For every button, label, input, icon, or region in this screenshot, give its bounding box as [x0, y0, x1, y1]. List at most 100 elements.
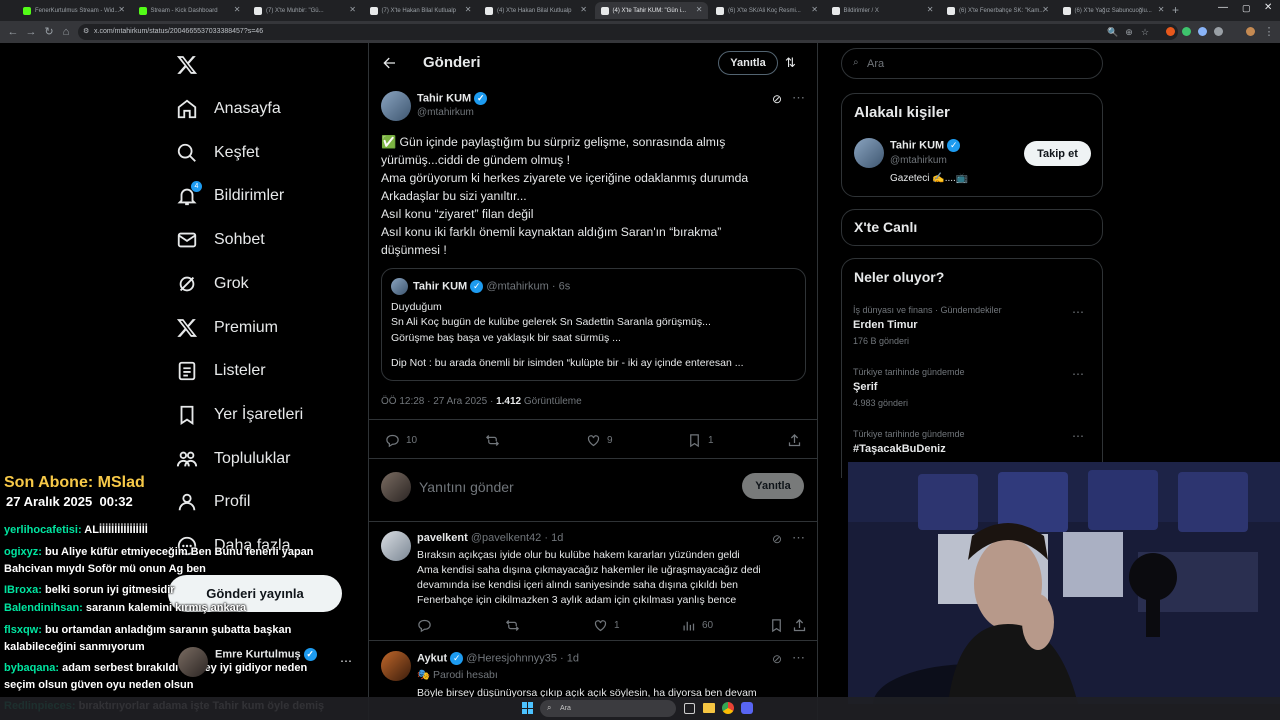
tab-close-icon[interactable]: ✕ — [349, 5, 356, 14]
trend-more-icon[interactable]: ⋯ — [1072, 305, 1084, 319]
home-page-icon[interactable]: ⌂ — [59, 25, 73, 39]
nav-item-premium[interactable]: Premium — [176, 313, 278, 343]
back-icon[interactable]: ← — [6, 25, 20, 39]
follow-button[interactable]: Takip et — [1024, 141, 1091, 166]
reply-header-button[interactable]: Yanıtla — [718, 51, 778, 75]
tab-close-icon[interactable]: ✕ — [1042, 5, 1049, 14]
grok-post-icon[interactable]: ⊘ — [772, 652, 782, 666]
browser-tab[interactable]: (4) X'te Tahir KUM: "Gün i... ✕ — [594, 2, 708, 19]
close-window-button[interactable]: ✕ — [1264, 2, 1272, 13]
nav-item-grok[interactable]: Grok — [176, 269, 249, 299]
related-handle[interactable]: @mtahirkum — [890, 155, 947, 166]
windows-start-icon[interactable] — [522, 702, 534, 714]
nav-item-yer-i-aretleri[interactable]: Yer İşaretleri — [176, 400, 303, 430]
app-icon[interactable] — [741, 702, 753, 714]
reply-author-name[interactable]: pavelkent — [417, 532, 468, 544]
extensions-icon[interactable] — [1214, 27, 1223, 36]
reply-author-name[interactable]: Aykut — [417, 652, 447, 664]
browser-tab[interactable]: FenerKurtulmus Stream - Wid... ✕ — [17, 2, 130, 19]
task-view-icon[interactable] — [684, 703, 695, 714]
reply-action[interactable] — [417, 618, 432, 633]
browser-menu-icon[interactable]: ⋮ — [1262, 25, 1276, 39]
tab-close-icon[interactable]: ✕ — [234, 5, 241, 14]
trend-item[interactable]: İş dünyası ve finans · Gündemdekiler Erde… — [853, 305, 1098, 346]
site-info-icon[interactable]: ⚙ — [83, 27, 89, 35]
bookmark-action[interactable]: 1 — [687, 433, 714, 448]
x-logo-icon[interactable] — [176, 54, 198, 76]
browser-tab[interactable]: (4) X'te Hakan Bilal Kutlualp ✕ — [479, 2, 592, 19]
maximize-button[interactable]: ▢ — [1242, 3, 1251, 14]
nav-item-ke-fet[interactable]: Keşfet — [176, 138, 259, 168]
browser-tab[interactable]: (6) X'te Fenerbahçe SK: "Kam... ✕ — [941, 2, 1054, 19]
more-options-icon[interactable]: ⋯ — [792, 90, 805, 106]
like-action[interactable]: 9 — [586, 433, 613, 448]
grok-post-icon[interactable]: ⊘ — [772, 532, 782, 546]
reply-handle[interactable]: @pavelkent42 — [471, 532, 542, 544]
search-input[interactable]: ⌕ Ara — [841, 48, 1103, 79]
browser-tab[interactable]: (6) X'te SK/Ali Koç Resmi... ✕ — [710, 2, 823, 19]
browser-tab[interactable]: (7) X'te Muhbir: "Gü... ✕ — [248, 2, 361, 19]
related-name[interactable]: Tahir KUM — [890, 139, 944, 151]
extension-icon[interactable] — [1166, 27, 1175, 36]
tab-close-icon[interactable]: ✕ — [1158, 5, 1165, 14]
tab-close-icon[interactable]: ✕ — [465, 5, 472, 14]
zoom-icon[interactable]: 🔍 — [1106, 25, 1120, 39]
share-action[interactable] — [792, 618, 807, 633]
trend-item[interactable]: Türkiye tarihinde gündemde #TaşacakBuDeni… — [853, 429, 1098, 455]
repost-action[interactable] — [505, 618, 520, 633]
minimize-button[interactable]: — — [1218, 2, 1228, 13]
account-name-row[interactable]: Emre Kurtulmuş ✓ — [215, 648, 317, 661]
nav-item-bildirimler[interactable]: 4 Bildirimler — [176, 181, 284, 211]
bookmark-action[interactable] — [769, 618, 784, 633]
post-author-name[interactable]: Tahir KUM — [417, 92, 471, 104]
related-avatar[interactable] — [854, 138, 884, 168]
account-avatar[interactable] — [178, 647, 208, 677]
chrome-icon[interactable] — [722, 702, 734, 714]
install-icon[interactable]: ⊕ — [1122, 25, 1136, 39]
reload-icon[interactable]: ↻ — [42, 25, 56, 39]
browser-tab[interactable]: (6) X'te Yağız Sabuncuoğlu... ✕ — [1057, 2, 1170, 19]
forward-icon[interactable]: → — [24, 25, 38, 39]
trend-more-icon[interactable]: ⋯ — [1072, 429, 1084, 443]
browser-tab[interactable]: (7) X'te Hakan Bilal Kutlualp ✕ — [364, 2, 477, 19]
reply-submit-button[interactable]: Yanıtla — [742, 473, 804, 499]
share-action[interactable] — [787, 433, 802, 448]
trend-more-icon[interactable]: ⋯ — [1072, 367, 1084, 381]
new-tab-button[interactable]: + — [1172, 3, 1179, 17]
bookmark-star-icon[interactable]: ☆ — [1138, 25, 1152, 39]
nav-item-listeler[interactable]: Listeler — [176, 356, 266, 386]
repost-action[interactable] — [485, 433, 506, 448]
account-more-icon[interactable]: ⋯ — [340, 654, 352, 668]
nav-item-sohbet[interactable]: Sohbet — [176, 225, 265, 255]
trend-item[interactable]: Türkiye tarihinde gündemde Şerif 4.983 gön… — [853, 367, 1098, 408]
profile-avatar-icon[interactable] — [1246, 27, 1255, 36]
tab-close-icon[interactable]: ✕ — [927, 5, 934, 14]
tab-close-icon[interactable]: ✕ — [118, 5, 125, 14]
quoted-post[interactable]: Tahir KUM ✓ @mtahirkum · 6s Duyduğum Sn A… — [381, 268, 806, 381]
taskbar-search[interactable]: ⌕ Ara — [540, 700, 676, 717]
back-arrow-icon[interactable] — [381, 55, 397, 71]
browser-tab[interactable]: Stream - Kick Dashboard ✕ — [133, 2, 246, 19]
reply-action[interactable]: 10 — [385, 433, 417, 448]
extension-icon[interactable] — [1198, 27, 1207, 36]
reply-time[interactable]: · 1d — [560, 652, 579, 664]
tab-close-icon[interactable]: ✕ — [580, 5, 587, 14]
grok-post-icon[interactable]: ⊘ — [772, 92, 782, 106]
browser-tab[interactable]: Bildirimler / X ✕ — [826, 2, 939, 19]
tab-close-icon[interactable]: ✕ — [811, 5, 818, 14]
reply-input[interactable]: Yanıtını gönder — [419, 479, 514, 495]
post-timestamp[interactable]: ÖÖ 12:28 · 27 Ara 2025 · — [381, 396, 496, 407]
like-action[interactable]: 1 — [593, 618, 620, 633]
more-options-icon[interactable]: ⋯ — [792, 650, 805, 666]
avatar[interactable] — [381, 91, 411, 121]
post-author-handle[interactable]: @mtahirkum — [417, 107, 474, 118]
file-explorer-icon[interactable] — [703, 703, 715, 713]
reply-time[interactable]: · 1d — [544, 532, 563, 544]
url-input[interactable]: ⚙ x.com/mtahirkum/status/200466553703338… — [78, 24, 1178, 40]
extension-icon[interactable] — [1182, 27, 1191, 36]
reply-handle[interactable]: @Heresjohnnyy35 — [466, 652, 557, 664]
live-card[interactable]: X'te Canlı — [841, 209, 1103, 246]
nav-item-anasayfa[interactable]: Anasayfa — [176, 94, 281, 124]
more-options-icon[interactable]: ⋯ — [792, 530, 805, 546]
filter-icon[interactable]: ⇅ — [785, 55, 796, 71]
